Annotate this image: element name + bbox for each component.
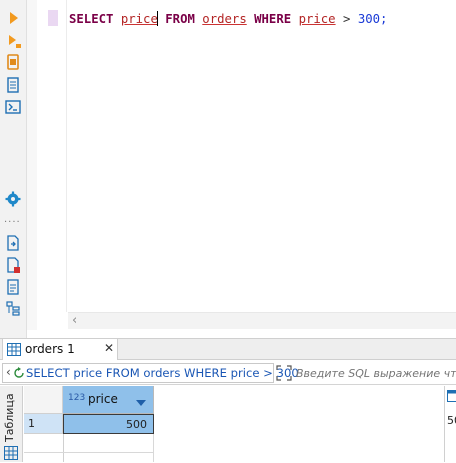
execute-script-icon[interactable] <box>4 32 22 50</box>
results-grid: 123 price 1 500 <box>24 386 444 462</box>
settings-icon[interactable] <box>4 190 22 208</box>
scroll-left-icon[interactable]: ‹ <box>72 313 77 329</box>
column-header-price[interactable]: 123 price <box>63 386 154 414</box>
table-icon <box>7 343 21 359</box>
tab-results-orders[interactable]: orders 1 ✕ <box>2 339 118 360</box>
close-icon[interactable]: ✕ <box>104 341 114 355</box>
save-icon[interactable] <box>4 256 22 274</box>
outline-icon[interactable] <box>4 299 22 317</box>
results-filter-bar: ‹ SELECT price FROM orders WHERE price >… <box>0 361 456 385</box>
sql-operator: > <box>343 12 350 26</box>
panel-value: 500 <box>447 414 456 427</box>
transaction-log-icon[interactable] <box>4 53 22 71</box>
sql-where-column: price <box>299 12 336 26</box>
sql-table-name: orders <box>202 12 246 26</box>
sql-keyword-from: FROM <box>165 12 195 26</box>
sql-number-literal: 300; <box>358 12 388 26</box>
grid-corner[interactable] <box>24 386 63 414</box>
console-icon[interactable] <box>4 98 22 116</box>
editor-horizontal-scrollbar[interactable]: ‹ <box>68 312 456 329</box>
executed-query-text[interactable]: SELECT price FROM orders WHERE price > 3… <box>26 366 299 380</box>
grid-icon[interactable] <box>4 446 18 463</box>
sort-down-icon[interactable] <box>135 396 147 410</box>
editor-toolbar: .... <box>0 0 27 338</box>
sql-keyword-select: SELECT <box>69 12 113 26</box>
sql-script-icon[interactable] <box>4 76 22 94</box>
view-switcher-panel: Таблица <box>0 386 23 462</box>
column-name: price <box>88 392 118 406</box>
refresh-icon[interactable] <box>14 367 24 382</box>
current-line-marker <box>48 10 58 26</box>
table-cell-price[interactable]: 500 <box>63 414 154 434</box>
expand-icon[interactable] <box>276 365 292 384</box>
sql-column-name: price <box>121 12 158 26</box>
sql-editor[interactable]: SELECT price FROM orders WHERE price > 3… <box>27 0 456 338</box>
chevron-left-icon[interactable]: ‹ <box>6 365 11 379</box>
editor-gutter <box>27 0 37 330</box>
query-text-box[interactable]: ‹ SELECT price FROM orders WHERE price >… <box>2 363 274 383</box>
grid-divider <box>63 434 64 462</box>
grid-divider <box>153 434 154 462</box>
text-caret <box>157 11 158 26</box>
numeric-type-icon: 123 <box>68 393 85 403</box>
sql-keyword-where: WHERE <box>254 12 291 26</box>
tab-table-view[interactable]: Таблица <box>3 396 19 442</box>
filter-input[interactable] <box>296 365 456 382</box>
gutter-divider <box>66 0 67 312</box>
row-number[interactable]: 1 <box>24 414 63 434</box>
value-panel: 500 <box>444 386 456 462</box>
tab-label: orders 1 <box>25 342 75 356</box>
export-icon[interactable] <box>4 234 22 252</box>
execute-statement-icon[interactable] <box>4 9 22 27</box>
results-grid-area: Таблица 123 price 1 500 500 <box>0 386 456 462</box>
explain-plan-icon[interactable] <box>4 278 22 296</box>
results-tab-strip: orders 1 ✕ <box>0 338 456 360</box>
panel-icon[interactable] <box>447 390 456 405</box>
grid-divider <box>24 452 154 453</box>
sql-code-line[interactable]: SELECT price FROM orders WHERE price > 3… <box>69 10 387 28</box>
toolbar-separator: .... <box>4 217 21 223</box>
